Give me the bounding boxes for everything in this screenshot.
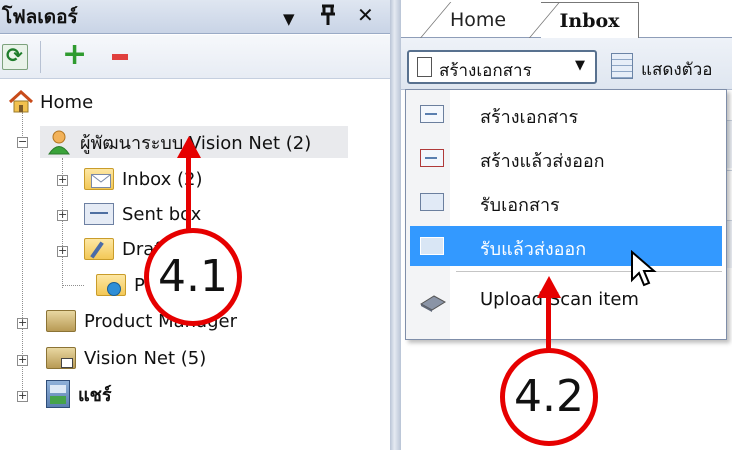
show-columns-button[interactable]: แสดงตัวอ (611, 50, 732, 84)
expand-icon[interactable]: + (57, 174, 68, 186)
draft-folder-icon (84, 238, 114, 260)
receive-forward-icon (420, 237, 444, 255)
menu-item-upload-scan[interactable]: Upload Scan item (410, 281, 722, 321)
sent-box-icon (84, 203, 114, 225)
expand-icon[interactable]: + (57, 245, 68, 257)
tree-line (62, 285, 84, 286)
document-icon (417, 57, 432, 77)
annotation-arrow-line (186, 150, 191, 230)
menu-item-create-and-send[interactable]: สร้างแล้วส่งออก (410, 138, 722, 178)
inbox-folder-icon (84, 168, 114, 190)
pane-splitter[interactable] (390, 0, 401, 450)
menu-item-label: สร้างเอกสาร (480, 107, 579, 128)
share-icon (46, 380, 70, 408)
menu-item-create-document[interactable]: สร้างเอกสาร (410, 94, 722, 134)
expand-icon[interactable]: + (17, 390, 28, 402)
tab-inbox[interactable]: Inbox (541, 2, 639, 39)
expand-icon[interactable]: + (17, 317, 28, 329)
pin-icon[interactable] (318, 3, 338, 32)
main-toolbar: สร้างเอกสาร ▼ แสดงตัวอ (401, 38, 732, 90)
folder-pane-header: โฟลเดอร์ ▼ ✕ (0, 0, 390, 34)
home-icon (8, 90, 34, 113)
annotation-arrow-head (177, 136, 201, 158)
tab-home[interactable]: Home (413, 2, 543, 38)
user-icon (48, 130, 70, 155)
chevron-down-icon: ▼ (575, 58, 585, 73)
show-columns-label: แสดงตัวอ (641, 60, 713, 80)
columns-icon (611, 53, 633, 79)
menu-item-label: รับเอกสาร (480, 195, 560, 216)
plus-icon[interactable]: + (62, 40, 88, 70)
mouse-cursor-icon (631, 250, 657, 287)
menu-item-label: สร้างแล้วส่งออก (480, 151, 605, 172)
scanner-icon (420, 295, 446, 312)
menu-divider (456, 271, 722, 272)
folder-pane: โฟลเดอร์ ▼ ✕ + Home − ผู้พัฒนาระบบ Visio… (0, 0, 390, 450)
public-folder-icon (96, 274, 126, 296)
create-document-button[interactable]: สร้างเอกสาร ▼ (407, 50, 597, 84)
expand-icon[interactable]: + (57, 209, 68, 221)
create-document-label: สร้างเอกสาร (439, 61, 532, 81)
collapse-icon[interactable]: − (17, 136, 28, 148)
pane-dropdown-icon[interactable]: ▼ (283, 7, 295, 31)
toolbar-divider (40, 41, 41, 73)
annotation-4-2: 4.2 (500, 348, 598, 446)
create-document-menu: สร้างเอกสาร สร้างแล้วส่งออก รับเอกสาร รั… (405, 89, 727, 340)
new-document-icon (420, 105, 444, 123)
create-send-icon (420, 149, 444, 167)
annotation-arrow-line (546, 290, 551, 350)
receive-document-icon (420, 193, 444, 211)
tree-line (22, 112, 23, 392)
tree-item-home[interactable]: Home (8, 86, 93, 118)
menu-item-receive-and-forward[interactable]: รับแล้วส่งออก (410, 226, 722, 266)
product-manager-icon (46, 310, 76, 332)
tree-item-inbox[interactable]: Inbox (2) (84, 163, 202, 195)
tree-label-visionnet: Vision Net (5) (84, 347, 207, 369)
annotation-arrow-head (537, 276, 561, 298)
tree-item-share[interactable]: แชร์ (46, 378, 112, 410)
expand-icon[interactable]: + (17, 354, 28, 366)
refresh-icon[interactable] (2, 43, 28, 70)
annotation-4-1: 4.1 (144, 228, 242, 326)
close-icon[interactable]: ✕ (357, 3, 374, 27)
folder-toolbar: + (0, 35, 390, 79)
minus-icon[interactable] (112, 54, 128, 60)
tree-label-home: Home (40, 91, 94, 113)
tab-strip: Home Inbox (401, 0, 732, 39)
tree-label-share: แชร์ (78, 384, 112, 406)
tree-item-sent[interactable]: Sent box (84, 198, 201, 230)
menu-item-receive-document[interactable]: รับเอกสาร (410, 182, 722, 222)
vision-net-icon (46, 347, 76, 369)
menu-item-label: รับแล้วส่งออก (480, 239, 587, 260)
folder-pane-title: โฟลเดอร์ (2, 6, 78, 28)
tree-item-vision-net[interactable]: Vision Net (5) (46, 342, 206, 374)
